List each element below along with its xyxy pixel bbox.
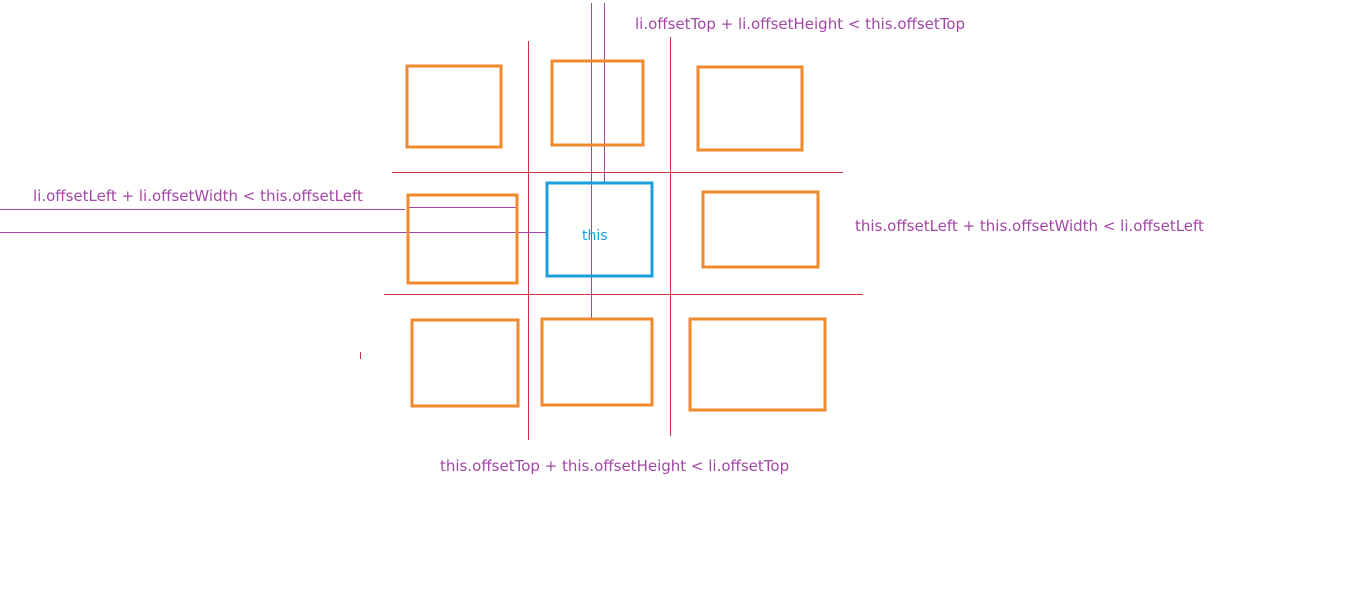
box-top-left <box>405 64 503 149</box>
box-bottom-left <box>410 318 520 408</box>
grid-lines <box>384 37 863 440</box>
box-bottom-right <box>688 317 827 412</box>
reference-lines <box>0 3 605 320</box>
label-right-condition: this.offsetLeft + this.offsetWidth < li.… <box>855 217 1204 235</box>
box-bottom-middle <box>540 317 654 407</box>
box-middle-left <box>406 193 519 285</box>
box-middle-right <box>701 190 820 269</box>
label-above-condition: li.offsetTop + li.offsetHeight < this.of… <box>635 15 966 33</box>
box-top-right <box>696 65 804 152</box>
neighbour-boxes <box>405 59 827 412</box>
this-box-label: this <box>582 228 608 244</box>
box-top-middle <box>550 59 645 147</box>
label-left-condition: li.offsetLeft + li.offsetWidth < this.of… <box>33 187 363 205</box>
collision-diagram <box>0 3 863 440</box>
label-below-condition: this.offsetTop + this.offsetHeight < li.… <box>440 457 790 475</box>
